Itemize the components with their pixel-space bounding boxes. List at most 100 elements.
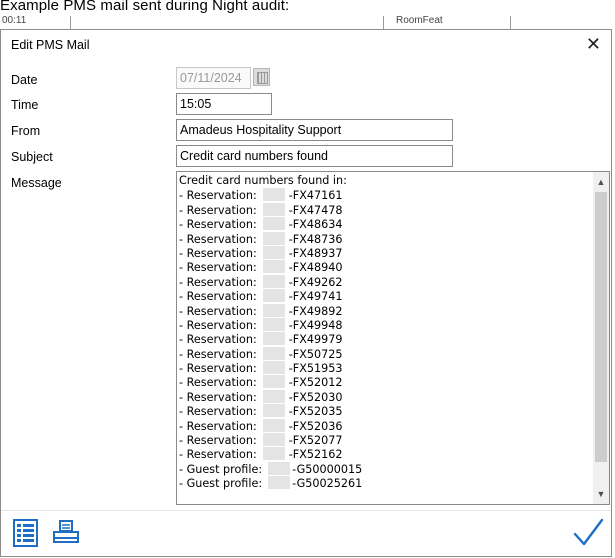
message-line: - Reservation: -FX48634 xyxy=(179,217,362,231)
redaction-block xyxy=(262,404,285,418)
subject-field[interactable]: Credit card numbers found xyxy=(176,145,453,167)
message-label: Message xyxy=(11,176,62,190)
message-line-id: -FX51953 xyxy=(288,362,343,376)
message-line-prefix: - Reservation: xyxy=(179,333,257,347)
redaction-block xyxy=(262,188,285,202)
message-line: - Reservation: -FX49948 xyxy=(179,317,362,332)
background-divider xyxy=(383,16,384,30)
background-cell-left: 00:11 xyxy=(2,15,27,26)
message-line-prefix: - Reservation: xyxy=(179,189,257,203)
message-line: - Reservation: -FX49741 xyxy=(179,289,362,303)
edit-pms-mail-dialog: Edit PMS Mail ✕ Date 07/11/2024 Time 15:… xyxy=(0,29,612,557)
dialog-title: Edit PMS Mail xyxy=(11,38,90,52)
message-line-id: -FX49741 xyxy=(288,290,343,304)
message-line: - Reservation: -FX50725 xyxy=(179,346,362,361)
message-line-id: -FX48937 xyxy=(288,246,343,260)
redaction-block xyxy=(262,231,285,245)
message-line-prefix: - Reservation: xyxy=(179,232,257,246)
message-line-prefix: - Reservation: xyxy=(179,246,257,260)
message-line: - Reservation: -FX49262 xyxy=(179,274,362,289)
print-icon[interactable] xyxy=(51,518,81,548)
background-cell-right: RoomFeat xyxy=(396,15,443,26)
list-icon[interactable] xyxy=(11,518,41,548)
redaction-block xyxy=(262,361,285,375)
message-line-id: -FX49892 xyxy=(288,304,343,318)
message-line-id: -FX52035 xyxy=(288,405,343,419)
date-field: 07/11/2024 xyxy=(176,67,251,89)
message-line: - Reservation: -FX49979 xyxy=(179,332,362,346)
page-caption: Example PMS mail sent during Night audit… xyxy=(0,0,290,14)
redaction-block xyxy=(262,332,285,346)
message-line-id: -FX50725 xyxy=(288,347,343,361)
scroll-up-icon[interactable]: ▲ xyxy=(593,174,609,190)
message-line: - Reservation: -FX49892 xyxy=(179,303,362,318)
subject-label: Subject xyxy=(11,150,53,164)
message-line-prefix: - Reservation: xyxy=(179,290,257,304)
checkmark-icon[interactable] xyxy=(571,516,605,550)
message-line: - Reservation: -FX52035 xyxy=(179,404,362,418)
message-textarea[interactable]: Credit card numbers found in: - Reservat… xyxy=(176,171,610,505)
message-line-prefix: - Guest profile: xyxy=(179,462,263,476)
redaction-block xyxy=(268,461,291,475)
background-divider xyxy=(510,16,511,30)
redaction-block xyxy=(262,260,285,274)
message-line-prefix: - Reservation: xyxy=(179,405,257,419)
footer-divider xyxy=(1,510,611,511)
redaction-block xyxy=(262,375,285,389)
time-field[interactable]: 15:05 xyxy=(176,93,272,115)
background-divider xyxy=(70,16,71,30)
time-label: Time xyxy=(11,98,39,112)
message-line: - Guest profile: -G50000015 xyxy=(179,461,362,476)
message-line-id: -FX52036 xyxy=(288,419,343,433)
redaction-block xyxy=(262,317,285,331)
date-label: Date xyxy=(11,73,38,87)
message-line: - Reservation: -FX51953 xyxy=(179,361,362,375)
message-line: - Reservation: -FX52162 xyxy=(179,447,362,461)
message-line-id: -FX48940 xyxy=(288,261,343,275)
message-line-prefix: - Reservation: xyxy=(179,376,257,390)
message-header: Credit card numbers found in: xyxy=(179,174,347,187)
message-line-prefix: - Reservation: xyxy=(179,275,257,289)
redaction-block xyxy=(262,303,285,317)
message-line-prefix: - Reservation: xyxy=(179,318,257,332)
message-line: - Guest profile: -G50025261 xyxy=(179,476,362,490)
message-line-prefix: - Reservation: xyxy=(179,261,257,275)
message-line-id: -FX48634 xyxy=(288,218,343,232)
message-line-id: -FX47478 xyxy=(288,203,343,217)
message-line: - Reservation: -FX48736 xyxy=(179,231,362,246)
calendar-icon[interactable] xyxy=(253,68,270,86)
redaction-block xyxy=(268,476,291,490)
redaction-block xyxy=(262,418,285,432)
from-label: From xyxy=(11,124,41,138)
message-line-id: -FX48736 xyxy=(288,232,343,246)
message-line: - Reservation: -FX48940 xyxy=(179,260,362,274)
redaction-block xyxy=(262,389,285,403)
close-icon[interactable]: ✕ xyxy=(586,34,601,55)
redaction-block xyxy=(262,346,285,360)
message-line-id: -G50025261 xyxy=(292,477,363,491)
message-line: - Reservation: -FX52012 xyxy=(179,375,362,389)
message-line: - Reservation: -FX52030 xyxy=(179,389,362,404)
message-line-id: -FX49979 xyxy=(288,333,343,347)
message-line: - Reservation: -FX52077 xyxy=(179,433,362,447)
redaction-block xyxy=(262,274,285,288)
scroll-down-icon[interactable]: ▼ xyxy=(593,486,609,502)
message-line-prefix: - Reservation: xyxy=(179,362,257,376)
message-line-id: -FX49948 xyxy=(288,318,343,332)
message-line-prefix: - Guest profile: xyxy=(179,477,263,491)
redaction-block xyxy=(262,289,285,303)
redaction-block xyxy=(262,245,285,259)
message-line-prefix: - Reservation: xyxy=(179,434,257,448)
message-scrollbar[interactable]: ▲ ▼ xyxy=(593,172,609,504)
message-content: Credit card numbers found in: - Reservat… xyxy=(179,174,362,491)
scrollbar-thumb[interactable] xyxy=(595,192,607,462)
from-field[interactable]: Amadeus Hospitality Support xyxy=(176,119,453,141)
message-line-id: -FX49262 xyxy=(288,275,343,289)
message-line-prefix: - Reservation: xyxy=(179,304,257,318)
message-line: - Reservation: -FX47478 xyxy=(179,202,362,217)
message-line-prefix: - Reservation: xyxy=(179,203,257,217)
message-line-prefix: - Reservation: xyxy=(179,218,257,232)
message-line-prefix: - Reservation: xyxy=(179,419,257,433)
message-line-id: -FX52012 xyxy=(288,376,343,390)
message-line-id: -FX52077 xyxy=(288,434,343,448)
